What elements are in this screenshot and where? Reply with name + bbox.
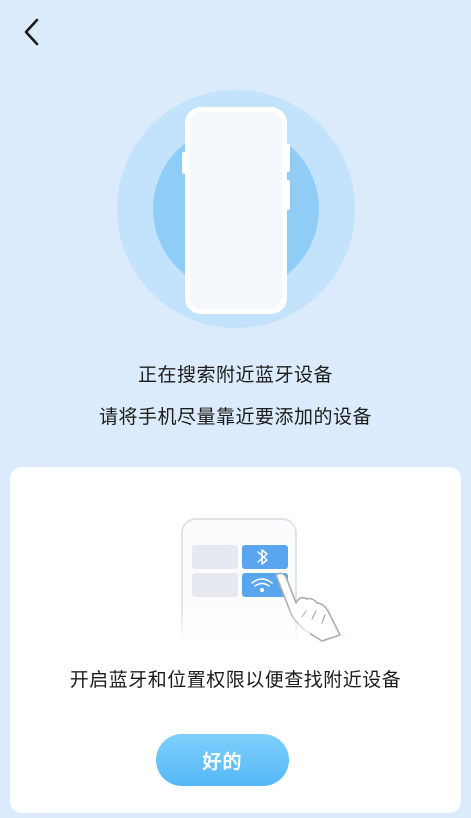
back-button[interactable] bbox=[14, 14, 50, 50]
chevron-left-icon bbox=[24, 18, 39, 46]
proximity-hint: 请将手机尽量靠近要添加的设备 bbox=[98, 406, 372, 428]
ok-button[interactable]: 好的 bbox=[156, 734, 289, 786]
tile-blank-2 bbox=[192, 573, 238, 597]
tile-bluetooth bbox=[242, 545, 288, 569]
permission-card: 开启蓝牙和位置权限以便查找附近设备 好的 bbox=[10, 467, 461, 813]
control-center-bluetooth-wifi-illustration bbox=[180, 518, 341, 642]
tile-blank-1 bbox=[192, 545, 238, 569]
searching-message: 正在搜索附近蓝牙设备 bbox=[137, 364, 333, 386]
phone-screen bbox=[190, 112, 282, 309]
permission-message: 开启蓝牙和位置权限以便查找附近设备 bbox=[69, 669, 402, 691]
phone-searching-illustration bbox=[117, 90, 355, 328]
